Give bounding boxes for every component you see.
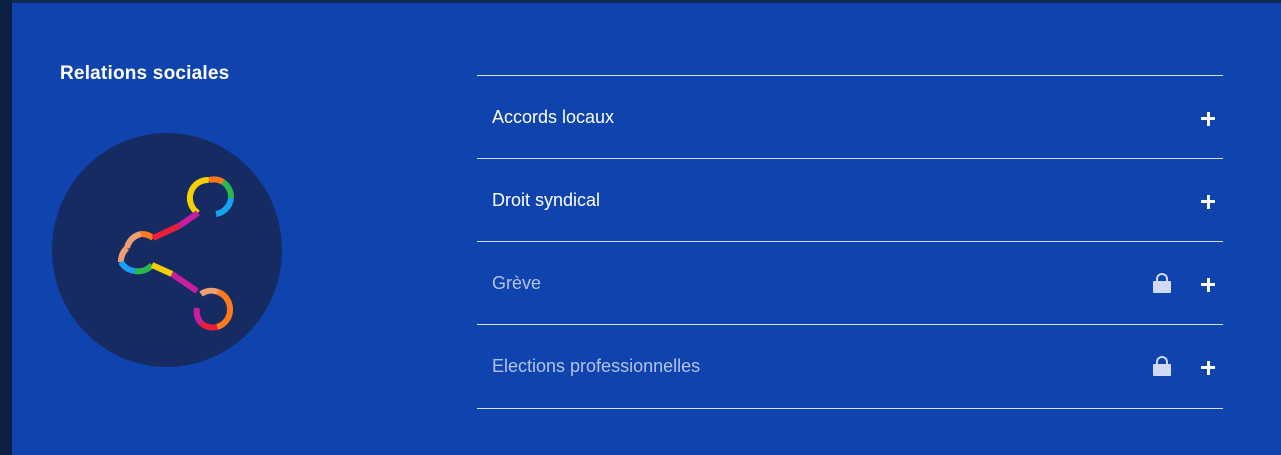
accordion-item-greve[interactable]: Grève — [477, 241, 1223, 324]
lock-icon — [1153, 273, 1171, 293]
accordion-item-elections-professionnelles[interactable]: Elections professionnelles — [477, 324, 1223, 409]
accordion-label: Accords locaux — [492, 107, 615, 127]
plus-icon[interactable] — [1195, 104, 1223, 132]
accordion-item-droit-syndical[interactable]: Droit syndical — [477, 158, 1223, 241]
left-border — [0, 0, 12, 455]
relations-sociales-section: Relations sociales Accords locaux Droit … — [12, 3, 1281, 455]
plus-icon[interactable] — [1195, 353, 1223, 381]
share-icon — [118, 176, 234, 331]
accordion-label: Droit syndical — [492, 190, 601, 210]
plus-icon[interactable] — [1195, 270, 1223, 298]
accordion-item-accords-locaux[interactable]: Accords locaux — [477, 75, 1223, 158]
section-title: Relations sociales — [60, 63, 230, 84]
plus-icon[interactable] — [1195, 187, 1223, 215]
accordion-list: Accords locaux Droit syndical Grève Elec… — [477, 75, 1223, 409]
accordion-label: Elections professionnelles — [492, 356, 701, 376]
accordion-label: Grève — [492, 273, 542, 293]
lock-icon — [1153, 356, 1171, 376]
share-icon-badge — [52, 133, 282, 367]
